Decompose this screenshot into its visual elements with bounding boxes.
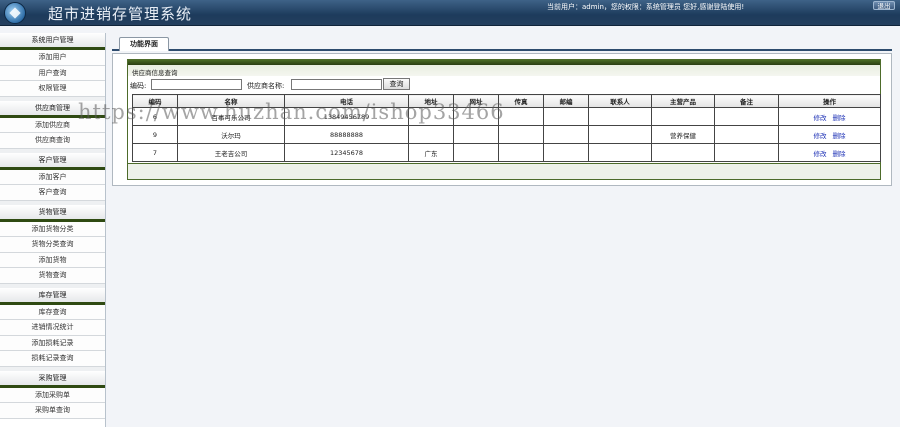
- operation-cell: 修改 删除: [778, 107, 881, 126]
- panel-header: 供应商信息查询: [128, 60, 880, 77]
- logout-button[interactable]: 退出: [873, 1, 895, 10]
- table-cell: [714, 143, 779, 162]
- column-header: 电话: [284, 94, 409, 108]
- supplier-query-panel: 供应商信息查询 编码: 供应商名称: 查询 编码 名称 电话 地址 网址 传真 邮编 联系人主…: [127, 59, 881, 180]
- sidebar-item[interactable]: 权限管理: [0, 81, 105, 97]
- table-cell: 广东: [408, 143, 454, 162]
- tab-function-view[interactable]: 功能界面: [119, 37, 169, 51]
- app-logo-icon: [4, 2, 26, 24]
- sidebar-item[interactable]: 客户查询: [0, 185, 105, 201]
- column-header: 邮编: [543, 94, 589, 108]
- sidebar-item[interactable]: 添加采购单: [0, 387, 105, 403]
- sidebar-item[interactable]: 添加货物: [0, 252, 105, 268]
- sidebar-item[interactable]: 库存查询: [0, 304, 105, 320]
- operation-cell: 修改 删除: [778, 143, 881, 162]
- supplier-table: 编码 名称 电话 地址 网址 传真 邮编 联系人 主营产品 备注 操作 6 百事可乐公司 1384945…: [132, 94, 881, 162]
- current-user-info: 当前用户：admin，您的权限：系统管理员 您好,感谢登陆使用!: [547, 3, 745, 11]
- sidebar-section-title[interactable]: 系统用户管理: [0, 33, 105, 50]
- table-cell: [498, 107, 544, 126]
- search-button[interactable]: 查询: [383, 78, 410, 90]
- supplier-name-label: 供应商名称:: [247, 82, 285, 90]
- table-cell: 王老吉公司: [177, 143, 285, 162]
- column-header: 操作: [778, 94, 881, 108]
- table-cell: [498, 125, 544, 144]
- id-input[interactable]: [151, 79, 242, 90]
- table-cell: 营养保健: [651, 125, 715, 144]
- sidebar-item[interactable]: 损耗记录查询: [0, 351, 105, 367]
- sidebar-section-title[interactable]: 供应商管理: [0, 100, 105, 118]
- table-cell: [498, 143, 544, 162]
- table-cell: 88888888: [284, 125, 409, 144]
- sidebar-item[interactable]: 货物查询: [0, 268, 105, 284]
- table-cell: [651, 107, 715, 126]
- table-cell: [588, 125, 652, 144]
- sidebar-item[interactable]: 添加客户: [0, 169, 105, 185]
- column-header: 名称: [177, 94, 285, 108]
- table-cell: 百事可乐公司: [177, 107, 285, 126]
- table-cell: [588, 143, 652, 162]
- table-cell: [714, 125, 779, 144]
- column-header: 地址: [408, 94, 454, 108]
- sidebar-item[interactable]: 供应商查询: [0, 133, 105, 149]
- operation-cell: 修改 删除: [778, 125, 881, 144]
- id-label: 编码:: [130, 82, 147, 90]
- table-cell: [408, 125, 454, 144]
- sidebar-section-title[interactable]: 客户管理: [0, 152, 105, 170]
- column-header: 编码: [132, 94, 178, 108]
- edit-link[interactable]: 修改: [814, 150, 827, 158]
- table-cell: 13849456789: [284, 107, 409, 126]
- delete-link[interactable]: 删除: [833, 132, 846, 140]
- table-row: 9 沃尔玛 88888888 营养保健 修改 删除: [132, 125, 881, 144]
- table-cell: [543, 143, 589, 162]
- sidebar-item[interactable]: 添加损耗记录: [0, 335, 105, 351]
- table-cell: [453, 107, 499, 126]
- edit-link[interactable]: 修改: [814, 132, 827, 140]
- sidebar-item[interactable]: 添加货物分类: [0, 221, 105, 237]
- sidebar-item[interactable]: 添加用户: [0, 50, 105, 66]
- panel-title: 供应商信息查询: [132, 69, 178, 77]
- table-header-row: 编码 名称 电话 地址 网址 传真 邮编 联系人 主营产品 备注 操作: [132, 94, 881, 108]
- column-header: 主营产品: [651, 94, 715, 108]
- table-cell: [408, 107, 454, 126]
- table-cell: [588, 107, 652, 126]
- edit-link[interactable]: 修改: [814, 114, 827, 122]
- sidebar-item[interactable]: 货物分类查询: [0, 237, 105, 253]
- app-title: 超市进销存管理系统: [48, 5, 193, 23]
- table-cell: [543, 125, 589, 144]
- content-frame: 供应商信息查询 编码: 供应商名称: 查询 编码 名称 电话 地址 网址 传真 邮编 联系人主…: [112, 53, 892, 186]
- table-cell: 沃尔玛: [177, 125, 285, 144]
- column-header: 备注: [714, 94, 779, 108]
- delete-link[interactable]: 删除: [833, 114, 846, 122]
- table-row: 6 百事可乐公司 13849456789 修改 删除: [132, 107, 881, 126]
- supplier-name-input[interactable]: [291, 79, 382, 90]
- table-cell: 6: [132, 107, 178, 126]
- sidebar-section-title[interactable]: 采购管理: [0, 370, 105, 388]
- sidebar-item[interactable]: 采购单查询: [0, 403, 105, 419]
- top-header: 超市进销存管理系统 当前用户：admin，您的权限：系统管理员 您好,感谢登陆使…: [0, 0, 900, 26]
- sidebar-item[interactable]: 用户查询: [0, 65, 105, 81]
- table-cell: 7: [132, 143, 178, 162]
- column-header: 传真: [498, 94, 544, 108]
- table-cell: [453, 143, 499, 162]
- table-row: 7 王老吉公司 12345678 广东 修改 删除: [132, 143, 881, 162]
- tab-bar: 功能界面: [112, 36, 892, 51]
- table-cell: [543, 107, 589, 126]
- table-cell: 9: [132, 125, 178, 144]
- column-header: 联系人: [588, 94, 652, 108]
- table-cell: [651, 143, 715, 162]
- delete-link[interactable]: 删除: [833, 150, 846, 158]
- table-cell: [453, 125, 499, 144]
- sidebar-menu: 系统用户管理 添加用户 用户查询 权限管理供应商管理 添加供应商 供应商查询客户管理 添加客…: [0, 33, 106, 427]
- sidebar-section-title[interactable]: 库存管理: [0, 287, 105, 305]
- column-header: 网址: [453, 94, 499, 108]
- sidebar-item[interactable]: 进销情况统计: [0, 320, 105, 336]
- sidebar-item[interactable]: 添加供应商: [0, 117, 105, 133]
- panel-footer: [128, 163, 880, 179]
- table-cell: 12345678: [284, 143, 409, 162]
- table-cell: [714, 107, 779, 126]
- sidebar-section-title[interactable]: 货物管理: [0, 204, 105, 222]
